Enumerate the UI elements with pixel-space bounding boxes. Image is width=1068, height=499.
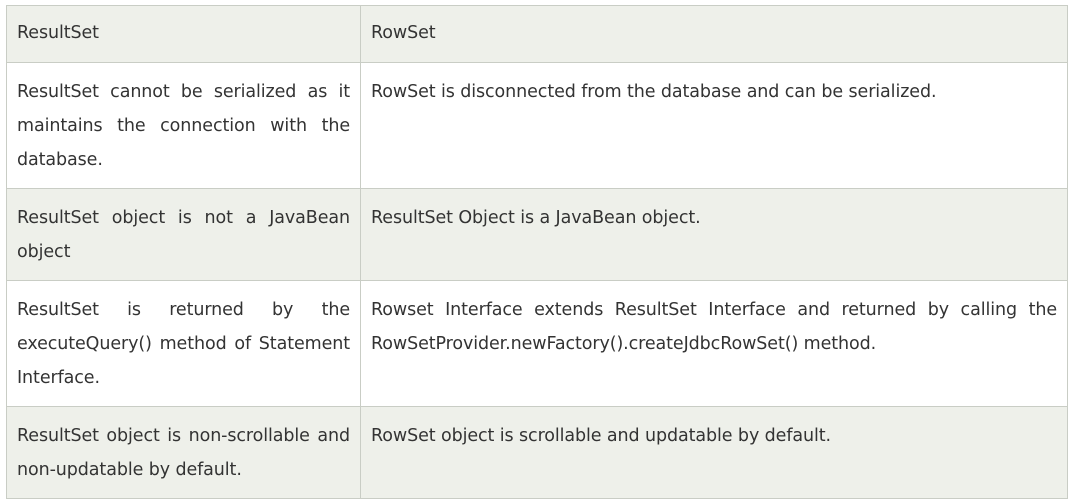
rowset-cell: RowSet is disconnected from the database… (360, 62, 1068, 189)
resultset-text: ResultSet object is non-scrollable and n… (17, 426, 350, 480)
rowset-text: RowSet is disconnected from the database… (371, 82, 937, 102)
resultset-cell: ResultSet object is non-scrollable and n… (6, 406, 361, 499)
rowset-text: ResultSet Object is a JavaBean object. (371, 208, 701, 228)
rowset-text: RowSet object is scrollable and updatabl… (371, 426, 831, 446)
header-label-rowset: RowSet (371, 23, 436, 43)
rowset-cell: ResultSet Object is a JavaBean object. (360, 188, 1068, 281)
rowset-cell: RowSet object is scrollable and updatabl… (360, 406, 1068, 499)
table-row: ResultSet cannot be serialized as it mai… (6, 62, 1068, 189)
resultset-cell: ResultSet is returned by the executeQuer… (6, 280, 361, 407)
resultset-vs-rowset-table: ResultSet RowSet ResultSet cannot be ser… (6, 5, 1068, 499)
resultset-cell: ResultSet object is not a JavaBean objec… (6, 188, 361, 281)
resultset-text: ResultSet cannot be serialized as it mai… (17, 82, 350, 170)
table-row: ResultSet object is non-scrollable and n… (6, 406, 1068, 499)
rowset-text: Rowset Interface extends ResultSet Inter… (371, 300, 1057, 354)
header-cell-resultset: ResultSet (6, 5, 361, 63)
header-cell-rowset: RowSet (360, 5, 1068, 63)
comparison-table-container: ResultSet RowSet ResultSet cannot be ser… (6, 5, 1068, 499)
table-row: ResultSet is returned by the executeQuer… (6, 280, 1068, 407)
resultset-cell: ResultSet cannot be serialized as it mai… (6, 62, 361, 189)
header-label-resultset: ResultSet (17, 23, 99, 43)
rowset-cell: Rowset Interface extends ResultSet Inter… (360, 280, 1068, 407)
resultset-text: ResultSet is returned by the executeQuer… (17, 300, 350, 388)
resultset-text: ResultSet object is not a JavaBean objec… (17, 208, 350, 262)
table-header-row: ResultSet RowSet (6, 5, 1068, 63)
table-row: ResultSet object is not a JavaBean objec… (6, 188, 1068, 281)
